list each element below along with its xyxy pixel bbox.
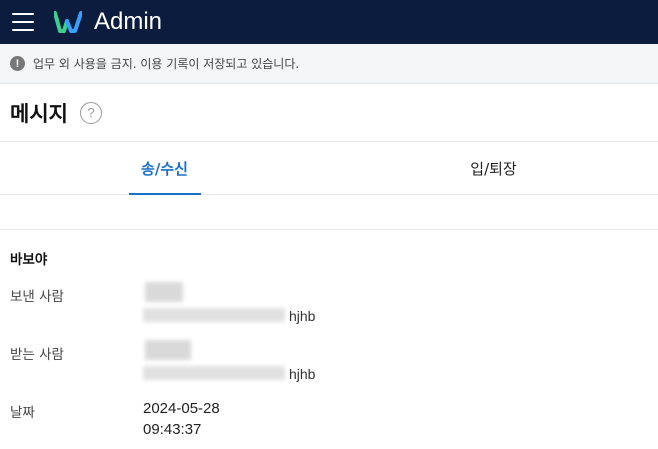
time-text: 09:43:37 (143, 421, 202, 438)
page-title: 메시지 (10, 101, 68, 126)
page-header: 메시지 ? (0, 84, 658, 142)
app-title: Admin (94, 8, 163, 35)
message-detail: 바보야 보낸 사람 hjhb 받는 사람 hjhb 날짜 2024-05-28 … (0, 230, 658, 440)
sender-label: 보낸 사람 (10, 289, 64, 305)
tab-enter-exit[interactable]: 입/퇴장 (329, 142, 658, 194)
sender-suffix: hjhb (289, 308, 316, 324)
redacted-block (143, 366, 285, 380)
redacted-block (145, 282, 183, 302)
receiver-suffix: hjhb (289, 366, 316, 382)
usage-notice-banner: ! 업무 외 사용을 금지. 이용 기록이 저장되고 있습니다. (0, 44, 658, 84)
section-spacer (0, 195, 658, 230)
date-value: 2024-05-28 09:43:37 (143, 398, 220, 440)
tab-bar: 송/수신 입/퇴장 (0, 142, 658, 195)
redacted-block (143, 308, 285, 322)
tab-send-receive[interactable]: 송/수신 (0, 142, 329, 194)
notice-text: 업무 외 사용을 금지. 이용 기록이 저장되고 있습니다. (33, 57, 300, 71)
receiver-label: 받는 사람 (10, 347, 64, 363)
receiver-row: 받는 사람 hjhb (10, 340, 648, 384)
top-app-bar: Admin (0, 0, 658, 44)
sender-row: 보낸 사람 hjhb (10, 282, 648, 326)
message-subject: 바보야 (10, 252, 48, 268)
receiver-value: hjhb (143, 340, 323, 384)
sender-value: hjhb (143, 282, 323, 326)
exclamation-icon: ! (10, 56, 25, 71)
date-text: 2024-05-28 (143, 400, 220, 417)
date-label: 날짜 (10, 405, 35, 421)
help-icon[interactable]: ? (79, 101, 102, 124)
redacted-block (145, 340, 191, 360)
hamburger-menu-icon[interactable] (12, 13, 34, 31)
date-row: 날짜 2024-05-28 09:43:37 (10, 398, 648, 440)
w-logo-icon (54, 11, 82, 33)
